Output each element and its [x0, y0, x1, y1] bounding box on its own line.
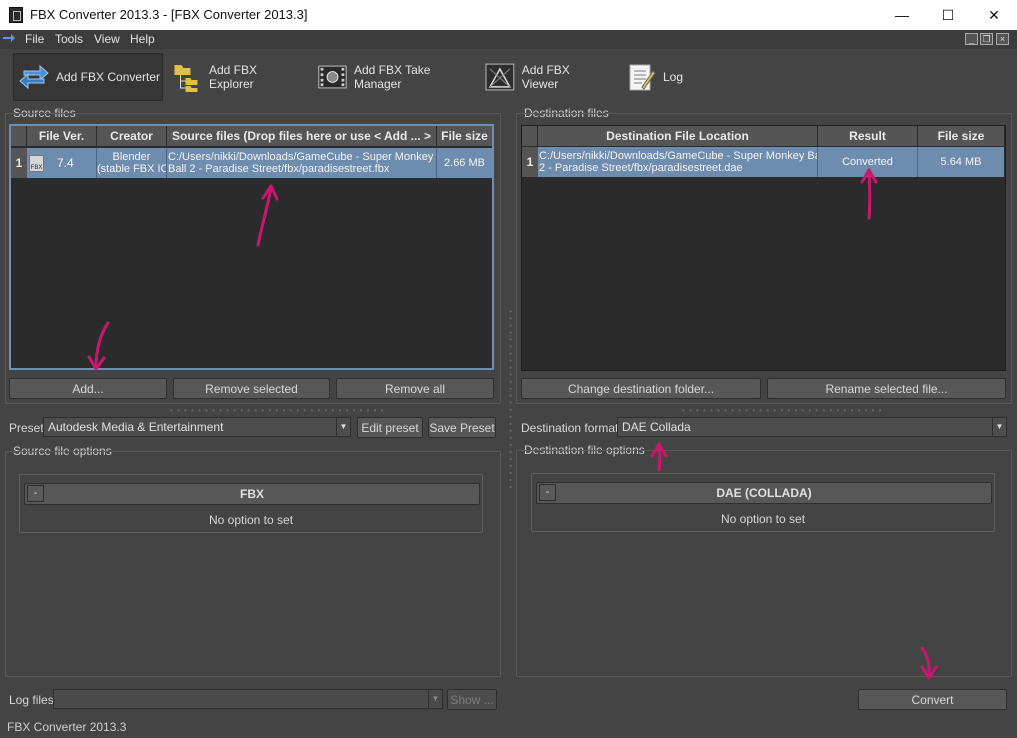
fbx-file-icon: FBX — [29, 155, 44, 172]
dae-collapse-button[interactable]: - — [539, 484, 556, 501]
viewer-icon — [485, 63, 515, 91]
source-row-header-strip — [11, 178, 27, 368]
add-fbx-viewer-label: Add FBX Viewer — [521, 63, 570, 91]
destination-format-label: Destination format — [521, 421, 619, 435]
creator-line-2: (stable FBX IO — [97, 163, 167, 175]
converter-icon — [19, 64, 49, 90]
change-destination-folder-button[interactable]: Change destination folder... — [521, 378, 761, 399]
folder-tree-icon — [174, 65, 198, 92]
col-destination-location[interactable]: Destination File Location — [538, 126, 818, 146]
preset-combo[interactable]: Autodesk Media & Entertainment ▼ — [43, 417, 351, 437]
window-title: FBX Converter 2013.3 - [FBX Converter 20… — [30, 7, 308, 22]
save-preset-button[interactable]: Save Preset — [428, 417, 496, 438]
arrows-icon — [3, 34, 15, 42]
menu-file[interactable]: File — [25, 32, 44, 46]
col-result[interactable]: Result — [818, 126, 918, 146]
file-ver-value: 7.4 — [57, 156, 74, 170]
chevron-down-icon: ▼ — [428, 690, 442, 708]
fbx-collapse-button[interactable]: - — [27, 485, 44, 502]
splitter-grip-vertical[interactable]: • • • • • • • • • • • • • • • • • • • • … — [506, 310, 515, 489]
dest-row-size[interactable]: 5.64 MB — [918, 147, 1004, 177]
log-label: Log — [663, 70, 684, 84]
add-fbx-take-manager-button[interactable]: Add FBX Take Manager — [317, 53, 477, 101]
add-fbx-converter-label: Add FBX Converter — [56, 70, 161, 84]
notepad-icon — [629, 64, 656, 91]
dest-row-header-strip — [522, 177, 538, 369]
col-file-ver[interactable]: File Ver. — [27, 126, 97, 146]
creator-line-1: Blender — [112, 151, 151, 163]
convert-button[interactable]: Convert — [858, 689, 1007, 710]
mdi-close-button[interactable]: × — [996, 33, 1009, 45]
fbx-no-option-text: No option to set — [208, 513, 294, 527]
edit-preset-button[interactable]: Edit preset — [357, 417, 423, 438]
log-button[interactable]: Log — [625, 53, 695, 101]
col-file-size[interactable]: File size — [437, 126, 492, 146]
fbx-options-section: FBX - No option to set — [19, 474, 483, 533]
menu-tools[interactable]: Tools — [55, 32, 83, 46]
destination-files-table[interactable]: Destination File Location Result File si… — [521, 125, 1006, 371]
splitter-grip-right[interactable]: • • • • • • • • • • • • • • • • • • • • … — [682, 406, 882, 415]
source-row-creator[interactable]: Blender (stable FBX IO — [97, 148, 167, 178]
source-row-size[interactable]: 2.66 MB — [437, 148, 492, 178]
col-creator[interactable]: Creator — [97, 126, 167, 146]
close-button[interactable]: ✕ — [971, 0, 1017, 30]
dest-corner-header — [522, 126, 538, 146]
menu-bar: File Tools View Help — [0, 30, 1017, 49]
rename-selected-file-button[interactable]: Rename selected file... — [767, 378, 1006, 399]
chevron-down-icon: ▼ — [336, 418, 350, 436]
dest-row-number: 1 — [522, 147, 538, 177]
col-dest-file-size[interactable]: File size — [918, 126, 1004, 146]
source-row-number: 1 — [11, 148, 27, 178]
splitter-grip-left[interactable]: • • • • • • • • • • • • • • • • • • • • … — [170, 406, 385, 415]
dae-options-title: DAE (COLLADA) — [716, 486, 812, 500]
minimize-button[interactable]: — — [879, 0, 925, 30]
film-reel-icon — [318, 65, 347, 89]
source-row-file-ver[interactable]: FBX 7.4 — [27, 148, 97, 178]
menu-view[interactable]: View — [94, 32, 120, 46]
preset-value: Autodesk Media & Entertainment — [48, 420, 224, 434]
remove-selected-button[interactable]: Remove selected — [173, 378, 330, 399]
add-button[interactable]: Add... — [9, 378, 167, 399]
remove-all-button[interactable]: Remove all — [336, 378, 494, 399]
maximize-button[interactable]: ☐ — [925, 0, 971, 30]
log-files-combo[interactable]: ▼ — [53, 689, 443, 709]
destination-format-combo[interactable]: DAE Collada ▼ — [617, 417, 1007, 437]
add-fbx-take-manager-label: Add FBX Take Manager — [353, 63, 431, 91]
dest-row-path[interactable]: C:/Users/nikki/Downloads/GameCube - Supe… — [538, 147, 818, 177]
dest-row-result[interactable]: Converted — [818, 147, 918, 177]
dest-path-line-2: 2 - Paradise Street/fbx/paradisestreet.d… — [539, 162, 743, 174]
destination-format-value: DAE Collada — [622, 420, 691, 434]
add-fbx-converter-button[interactable]: Add FBX Converter — [13, 53, 163, 101]
dest-path-line-1: C:/Users/nikki/Downloads/GameCube - Supe… — [539, 150, 818, 162]
fbx-options-title: FBX — [240, 487, 264, 501]
source-path-line-2: Ball 2 - Paradise Street/fbx/paradisestr… — [168, 163, 390, 175]
col-source-files[interactable]: Source files (Drop files here or use < A… — [167, 126, 437, 146]
source-corner-header — [11, 126, 27, 146]
add-fbx-explorer-button[interactable]: Add FBX Explorer — [172, 53, 302, 101]
log-files-label: Log files — [9, 693, 54, 707]
dae-options-header[interactable]: DAE (COLLADA) - — [536, 482, 992, 504]
fbx-options-header[interactable]: FBX - — [24, 483, 480, 505]
chevron-down-icon: ▼ — [992, 418, 1006, 436]
source-path-line-1: C:/Users/nikki/Downloads/GameCube - Supe… — [168, 151, 434, 163]
menu-help[interactable]: Help — [130, 32, 155, 46]
title-bar: FBX Converter 2013.3 - [FBX Converter 20… — [0, 0, 1017, 30]
mdi-restore-button[interactable]: ❐ — [980, 33, 993, 45]
dae-options-section: DAE (COLLADA) - No option to set — [531, 473, 995, 532]
status-bar-text: FBX Converter 2013.3 — [7, 720, 127, 734]
mdi-minimize-button[interactable]: _ — [965, 33, 978, 45]
dae-no-option-text: No option to set — [720, 512, 806, 526]
add-fbx-viewer-button[interactable]: Add FBX Viewer — [484, 53, 609, 101]
add-fbx-explorer-label: Add FBX Explorer — [208, 63, 258, 91]
show-log-button[interactable]: Show ... — [447, 689, 497, 710]
app-icon — [9, 7, 23, 23]
source-files-table[interactable]: File Ver. Creator Source files (Drop fil… — [9, 124, 494, 370]
preset-label: Preset — [9, 421, 44, 435]
source-row-path[interactable]: C:/Users/nikki/Downloads/GameCube - Supe… — [167, 148, 437, 178]
